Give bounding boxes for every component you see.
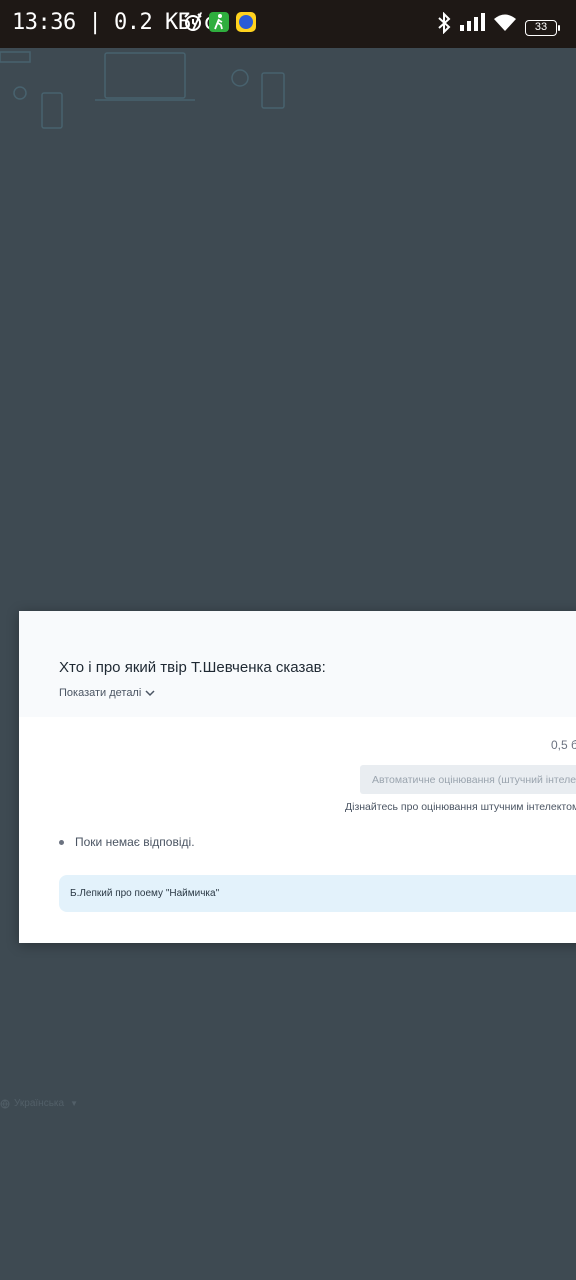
navigation-app-icon (236, 12, 256, 32)
alarm-icon (184, 13, 202, 31)
question-text: Хто і про який твір Т.Шевченка сказав: (59, 659, 326, 676)
globe-icon (0, 1099, 10, 1109)
ai-grading-button[interactable]: Автоматичне оцінювання (штучний інтелект… (360, 765, 576, 794)
show-details-label: Показати деталі (59, 687, 142, 699)
language-label: Українська (14, 1098, 65, 1109)
background-illustration (0, 51, 285, 129)
question-modal: Хто і про який твір Т.Шевченка сказав: П… (19, 611, 576, 943)
no-answer-item: Поки немає відповіді. (59, 835, 195, 849)
walk-app-icon (209, 12, 229, 32)
score-value: 0,5 б (551, 738, 576, 752)
ai-learn-more-link[interactable]: Дізнайтесь про оцінювання штучним інтеле… (345, 801, 576, 813)
wifi-icon (494, 14, 516, 31)
no-answer-text: Поки немає відповіді. (75, 835, 195, 849)
bullet-dot (59, 839, 64, 845)
signal-icon (460, 13, 485, 31)
caret-down-icon: ▼ (70, 1099, 78, 1108)
show-details-link[interactable]: Показати деталі (59, 687, 155, 699)
answer-box: Б.Лепкий про поему "Наймичка" (59, 875, 576, 912)
chevron-down-icon (145, 690, 155, 697)
battery-icon: 33 (525, 20, 560, 36)
status-bar: 13:36 | 0.2 КБ/с 33 (0, 0, 576, 48)
language-selector[interactable]: Українська ▼ (0, 1098, 78, 1109)
bluetooth-icon (438, 12, 451, 34)
